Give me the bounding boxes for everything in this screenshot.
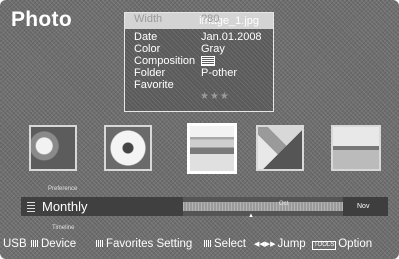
- folder-label: Folder: [134, 67, 166, 79]
- tools-icon: TOOLS: [312, 241, 337, 250]
- folder-value: P-other: [201, 67, 238, 79]
- timeline-bar[interactable]: Oct: [183, 201, 343, 211]
- thumbnail-5[interactable]: [331, 125, 381, 171]
- select-button[interactable]: Select: [204, 236, 246, 252]
- date-label: Date: [134, 31, 158, 43]
- color-value: Gray: [201, 43, 225, 55]
- sort-selector[interactable]: Monthly: [21, 197, 183, 216]
- composition-icon: [201, 56, 215, 67]
- thumbnail-2[interactable]: [104, 125, 152, 171]
- jump-arrows-icon: ◀◀▶▶: [254, 241, 276, 248]
- favorite-stars: ★★★: [200, 91, 230, 102]
- thumbnail-3-selected[interactable]: [187, 123, 237, 174]
- sort-value[interactable]: Monthly: [42, 199, 88, 214]
- composition-label: Composition: [134, 55, 196, 67]
- sort-bar[interactable]: Monthly Oct Nov: [21, 197, 388, 216]
- thumbnail-1[interactable]: [29, 125, 77, 171]
- enter-button-icon: [204, 240, 212, 247]
- timeline-marker-icon: ▲: [248, 213, 254, 219]
- sort-icon: [27, 201, 35, 212]
- source-label: USB: [3, 238, 27, 250]
- favorite-label: Favorite: [134, 79, 174, 91]
- timeline-label: Timeline: [52, 225, 75, 231]
- size-label: Width: [134, 13, 163, 25]
- size-value: ?80: [201, 13, 220, 25]
- current-month-label: Oct: [279, 201, 289, 207]
- jump-button[interactable]: ◀◀▶▶ Jump: [254, 236, 306, 253]
- option-button[interactable]: TOOLS Option: [312, 236, 372, 252]
- red-button-icon: [31, 240, 39, 247]
- photo-browser-screen: Photo image_1.jpg Width ?80 Date Jan.01.…: [0, 0, 399, 259]
- device-button[interactable]: Device: [31, 236, 76, 252]
- next-month-label: Nov: [357, 203, 370, 210]
- date-value: Jan.01.2008: [201, 31, 262, 43]
- favorites-setting-button[interactable]: Favorites Setting: [96, 236, 192, 252]
- file-info-panel: image_1.jpg Width ?80 Date Jan.01.2008 C…: [124, 12, 274, 112]
- footer-bar: USB Device Favorites Setting Select ◀◀▶▶…: [0, 236, 399, 252]
- composition-value: [201, 55, 215, 67]
- green-button-icon: [96, 240, 104, 247]
- thumbnail-4[interactable]: [256, 125, 304, 171]
- color-label: Color: [134, 43, 161, 55]
- info-body: Width ?80 Date Jan.01.2008 Color Gray Co…: [125, 13, 273, 111]
- preference-label: Preference: [48, 186, 78, 192]
- page-title: Photo: [11, 8, 72, 31]
- next-month[interactable]: Nov: [343, 197, 388, 216]
